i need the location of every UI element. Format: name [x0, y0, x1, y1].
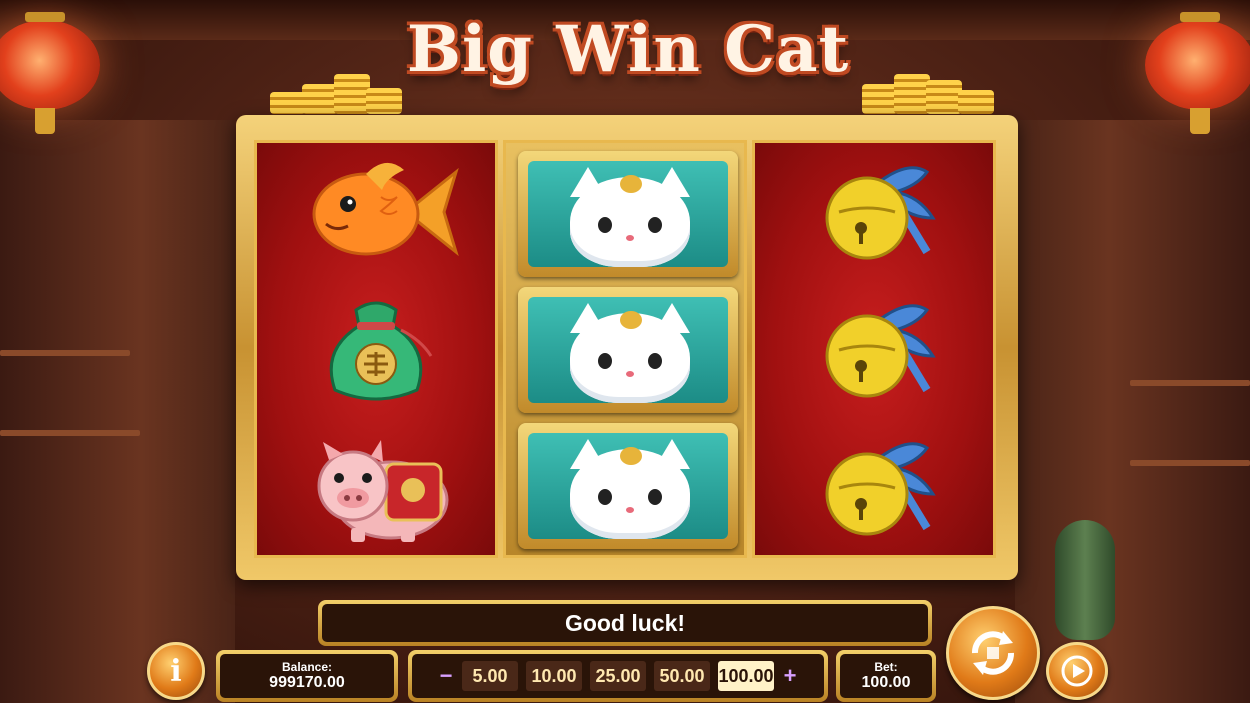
left-shelf: [0, 430, 140, 436]
golden-bell-symbol: [755, 419, 993, 557]
right-wall: [1015, 120, 1250, 703]
balance-panel: Balance: 999170.00: [216, 650, 398, 702]
pig-symbol: [257, 419, 495, 557]
coin-piles: [262, 72, 994, 114]
lucky-cat-symbol: [518, 423, 738, 549]
golden-bell-icon: [825, 166, 936, 260]
lucky-cat-icon: [570, 447, 690, 539]
lucky-bag-symbol: [257, 281, 495, 419]
bet-value: 100.00: [861, 674, 911, 691]
left-wall: [0, 120, 235, 703]
golden-bell-icon: [825, 304, 936, 398]
goldfish-icon: [312, 162, 459, 257]
increase-bet-button[interactable]: +: [782, 663, 798, 689]
bet-option[interactable]: 5.00: [462, 661, 518, 691]
bet-selector: − 5.00 10.00 25.00 50.00 100.00 +: [408, 650, 828, 702]
golden-bell-symbol: [755, 143, 993, 281]
balance-value: 999170.00: [269, 674, 345, 691]
bet-label: Bet:: [874, 660, 898, 674]
lantern-icon: [1145, 12, 1250, 134]
right-shelf: [1130, 460, 1250, 466]
left-shelf: [0, 350, 130, 356]
info-icon: i: [170, 653, 182, 689]
reel-2: [503, 140, 747, 558]
bet-option[interactable]: 10.00: [526, 661, 582, 691]
message-text: Good luck!: [322, 604, 928, 642]
reel-1: [254, 140, 498, 558]
message-bar: Good luck!: [318, 600, 932, 646]
spin-icon: [972, 631, 1014, 675]
golden-bell-icon: [825, 442, 936, 536]
info-button[interactable]: i: [147, 642, 205, 700]
autoplay-icon: [1061, 655, 1093, 687]
bet-panel: Bet: 100.00: [836, 650, 936, 702]
lucky-cat-symbol: [518, 287, 738, 413]
decrease-bet-button[interactable]: −: [438, 663, 454, 689]
lucky-cat-icon: [570, 175, 690, 267]
golden-bell-symbol: [755, 281, 993, 419]
bet-option[interactable]: 25.00: [590, 661, 646, 691]
balance-label: Balance:: [281, 660, 333, 674]
lucky-bag-icon: [329, 301, 433, 401]
bet-option[interactable]: 50.00: [654, 661, 710, 691]
lucky-cat-symbol: [518, 151, 738, 277]
autoplay-button[interactable]: [1046, 642, 1108, 700]
lucky-cat-icon: [570, 311, 690, 403]
reel-3: [752, 140, 996, 558]
bet-option-selected[interactable]: 100.00: [718, 661, 774, 691]
goldfish-symbol: [257, 143, 495, 281]
vase: [1055, 520, 1115, 640]
pig-icon: [317, 440, 449, 542]
spin-button[interactable]: [946, 606, 1040, 700]
right-shelf: [1130, 380, 1250, 386]
